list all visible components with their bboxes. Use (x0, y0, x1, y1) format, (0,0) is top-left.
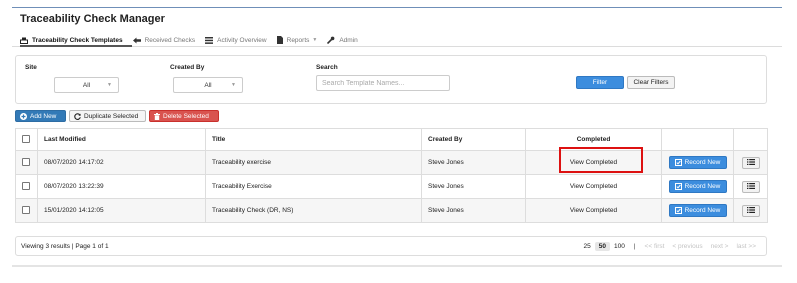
record-new-button[interactable]: Record New (668, 204, 727, 217)
refresh-icon (74, 112, 81, 120)
list-icon (746, 182, 755, 191)
tab-label: Received Checks (144, 36, 196, 44)
last-page-link[interactable]: last >> (732, 243, 760, 250)
column-header-last-modified[interactable]: Last Modified (37, 128, 206, 151)
view-completed-link[interactable]: View Completed (570, 159, 617, 166)
clear-filters-button[interactable]: Clear Filters (627, 76, 675, 89)
row-menu-button[interactable] (741, 156, 760, 169)
created-by-cell: Steve Jones (421, 198, 526, 223)
tab-traceability-check-templates[interactable]: Traceability Check Templates (20, 37, 123, 44)
pagination-bar: Viewing 3 results | Page 1 of 1 25 50 10… (15, 236, 767, 256)
site-select-value: All (82, 81, 91, 89)
record-new-label: Record New (684, 207, 721, 214)
delete-selected-button[interactable]: Delete Selected (149, 110, 219, 122)
list-icon (746, 206, 755, 215)
view-completed-link[interactable]: View Completed (570, 183, 617, 190)
pagination-separator: | (633, 243, 636, 250)
row-checkbox[interactable] (22, 157, 30, 166)
page-size-100[interactable]: 100 (610, 242, 629, 251)
top-divider (12, 7, 782, 8)
tab-reports[interactable]: Reports ▼ (276, 36, 318, 44)
record-new-label: Record New (684, 183, 721, 190)
plus-circle-icon (20, 112, 27, 120)
add-new-label: Add New (30, 112, 57, 120)
record-new-button[interactable]: Record New (668, 156, 727, 169)
created-by-label: Created By (170, 64, 205, 71)
tab-label: Reports (286, 36, 310, 44)
next-page-link[interactable]: next > (707, 243, 733, 250)
table-row: 08/07/2020 13:22:39 Traceability Exercis… (15, 174, 768, 199)
table-header-row: Last Modified Title Created By Completed (15, 128, 768, 151)
document-icon (276, 36, 283, 44)
row-menu-button[interactable] (741, 180, 760, 193)
arrow-left-icon (132, 37, 141, 44)
edit-check-icon (674, 207, 682, 214)
select-all-cell (15, 128, 38, 151)
created-by-select-value: All (204, 81, 212, 89)
edit-check-icon (674, 183, 682, 190)
last-modified-cell: 08/07/2020 14:17:02 (37, 150, 206, 175)
select-all-checkbox[interactable] (22, 134, 30, 143)
record-new-label: Record New (684, 159, 721, 166)
column-header-completed: Completed (525, 128, 662, 151)
site-select[interactable]: All ▼ (54, 77, 119, 93)
chevron-down-icon: ▼ (312, 37, 318, 43)
title-cell: Traceability exercise (205, 150, 422, 175)
inbox-tray-icon (20, 37, 28, 44)
filter-button[interactable]: Filter (576, 76, 624, 89)
pagination-info: Viewing 3 results | Page 1 of 1 (21, 243, 109, 250)
view-completed-link[interactable]: View Completed (570, 207, 617, 214)
title-cell: Traceability Exercise (205, 174, 422, 199)
wrench-icon (327, 36, 335, 44)
page-size-50[interactable]: 50 (594, 242, 610, 251)
last-modified-cell: 08/07/2020 13:22:39 (37, 174, 206, 199)
add-new-button[interactable]: Add New (15, 110, 66, 122)
tab-admin[interactable]: Admin (327, 36, 358, 44)
tab-label: Traceability Check Templates (32, 36, 123, 44)
tab-label: Activity Overview (217, 36, 267, 44)
grid-list-icon (205, 36, 214, 44)
pagination-controls: 25 50 100 | << first < previous next > l… (580, 240, 760, 253)
row-checkbox[interactable] (22, 181, 30, 190)
row-menu-button[interactable] (741, 204, 760, 217)
last-modified-cell: 15/01/2020 14:12:05 (37, 198, 206, 223)
edit-check-icon (674, 159, 682, 166)
filter-panel: Site All ▼ Created By All ▼ Search Filte… (15, 55, 767, 104)
trash-icon (154, 112, 160, 120)
created-by-cell: Steve Jones (421, 150, 526, 175)
search-input[interactable] (316, 75, 450, 91)
list-icon (746, 158, 755, 167)
chevron-down-icon: ▼ (107, 82, 112, 88)
column-header-menu (733, 128, 768, 151)
active-tab-indicator (20, 45, 132, 47)
table-row: 15/01/2020 14:12:05 Traceability Check (… (15, 198, 768, 223)
page-size-25[interactable]: 25 (580, 242, 595, 251)
chevron-down-icon: ▼ (231, 82, 236, 88)
column-header-record (661, 128, 734, 151)
tab-activity-overview[interactable]: Activity Overview (205, 36, 267, 44)
first-page-link[interactable]: << first (641, 243, 669, 250)
site-label: Site (25, 64, 37, 71)
tab-label: Admin (339, 36, 358, 44)
created-by-select[interactable]: All ▼ (173, 77, 243, 93)
search-label: Search (316, 64, 338, 71)
app-title: Traceability Check Manager (20, 13, 165, 25)
templates-table: Last Modified Title Created By Completed… (15, 128, 768, 223)
record-new-button[interactable]: Record New (668, 180, 727, 193)
bottom-divider (12, 265, 782, 267)
duplicate-selected-label: Duplicate Selected (84, 112, 139, 120)
delete-selected-label: Delete Selected (163, 112, 209, 120)
title-cell: Traceability Check (DR, NS) (205, 198, 422, 223)
table-row: 08/07/2020 14:17:02 Traceability exercis… (15, 150, 768, 175)
duplicate-selected-button[interactable]: Duplicate Selected (69, 110, 146, 122)
tab-received-checks[interactable]: Received Checks (132, 36, 196, 44)
previous-page-link[interactable]: < previous (668, 243, 706, 250)
created-by-cell: Steve Jones (421, 174, 526, 199)
row-checkbox[interactable] (22, 205, 30, 214)
column-header-title[interactable]: Title (205, 128, 422, 151)
column-header-created-by[interactable]: Created By (421, 128, 526, 151)
